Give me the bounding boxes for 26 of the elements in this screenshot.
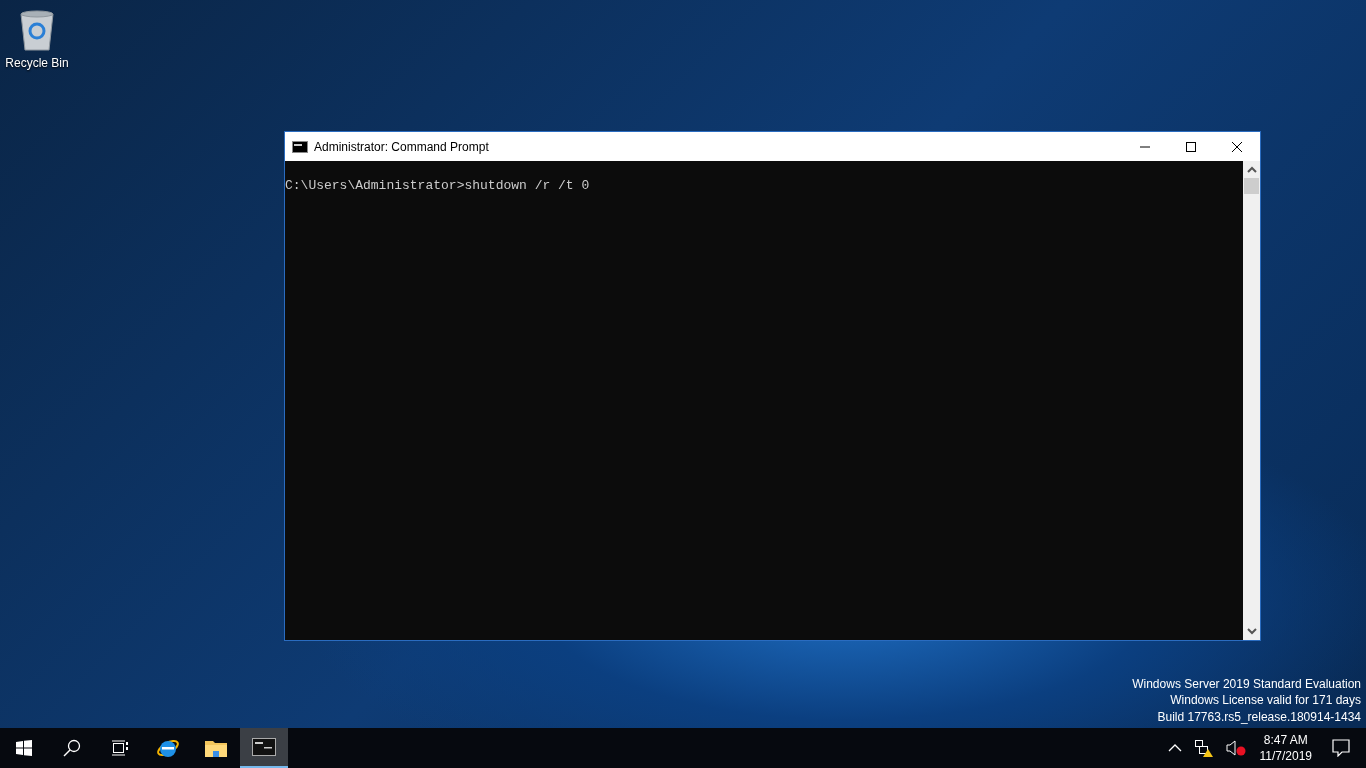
edition-text: Windows Server 2019 Standard Evaluation — [1132, 675, 1361, 692]
chevron-up-icon[interactable] — [1167, 743, 1182, 753]
close-icon — [1231, 140, 1243, 153]
maximize-icon — [1185, 140, 1197, 153]
console-icon — [252, 738, 276, 756]
scrollbar-thumb[interactable] — [1244, 178, 1259, 194]
task-view-icon — [111, 740, 129, 756]
window-title: Administrator: Command Prompt — [314, 139, 489, 154]
command-prompt-button[interactable] — [240, 728, 288, 768]
recycle-bin-icon[interactable] — [17, 8, 57, 52]
desktop-icon-label[interactable]: Recycle Bin — [5, 56, 69, 70]
clock-date[interactable]: 11/7/2019 — [1259, 748, 1312, 764]
scroll-up-icon[interactable] — [1246, 166, 1257, 174]
windows-logo-icon — [16, 740, 32, 756]
folder-icon — [204, 738, 228, 758]
speaker-muted-icon[interactable] — [1225, 739, 1246, 757]
search-icon — [63, 739, 81, 757]
console-icon — [292, 140, 308, 153]
edition-text: Windows License valid for 171 days — [1169, 692, 1361, 709]
scrollbar[interactable] — [1243, 161, 1260, 640]
network-warning-icon[interactable] — [1193, 739, 1214, 757]
scroll-down-icon[interactable] — [1246, 627, 1257, 635]
notifications-icon[interactable] — [1332, 739, 1350, 757]
edition-text: Build 17763.rs5_release.180914-1434 — [1156, 708, 1361, 725]
clock-time[interactable]: 8:47 AM — [1263, 732, 1308, 748]
console-line: C:\Users\Administrator>shutdown /r /t 0 — [285, 178, 590, 194]
